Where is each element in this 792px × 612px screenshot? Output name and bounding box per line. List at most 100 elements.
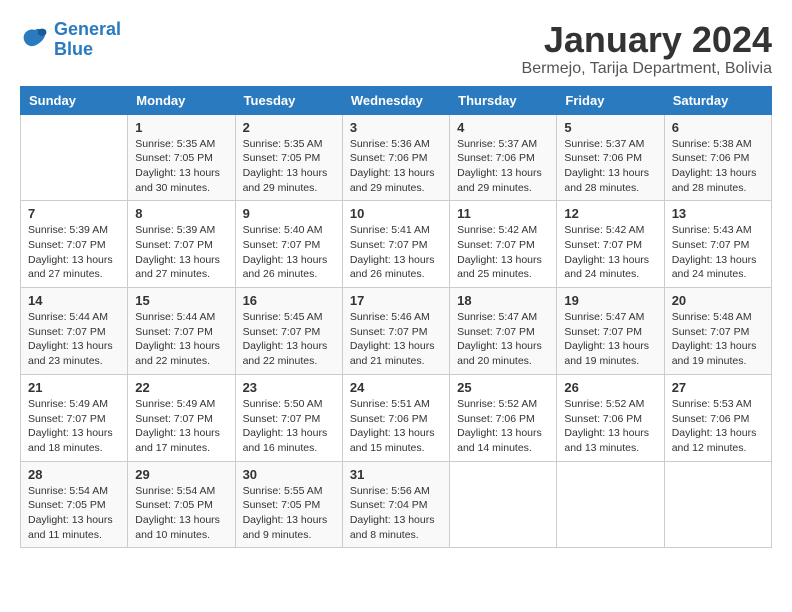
day-info: Sunrise: 5:49 AMSunset: 7:07 PMDaylight:… (28, 397, 120, 456)
calendar-cell: 23 Sunrise: 5:50 AMSunset: 7:07 PMDayligh… (235, 374, 342, 461)
day-number: 18 (457, 293, 549, 308)
day-number: 26 (564, 380, 656, 395)
day-number: 11 (457, 206, 549, 221)
logo-bird-icon (20, 26, 50, 54)
day-info: Sunrise: 5:54 AMSunset: 7:05 PMDaylight:… (135, 484, 227, 543)
calendar-cell: 21 Sunrise: 5:49 AMSunset: 7:07 PMDayligh… (21, 374, 128, 461)
calendar-cell: 2Sunrise: 5:35 AMSunset: 7:05 PMDaylight… (235, 114, 342, 201)
day-number: 16 (243, 293, 335, 308)
day-info: Sunrise: 5:51 AMSunset: 7:06 PMDaylight:… (350, 397, 442, 456)
day-number: 13 (672, 206, 764, 221)
day-number: 29 (135, 467, 227, 482)
weekday-thursday: Thursday (450, 86, 557, 114)
calendar-cell (450, 461, 557, 548)
day-info: Sunrise: 5:42 AMSunset: 7:07 PMDaylight:… (564, 223, 656, 282)
week-row-3: 14Sunrise: 5:44 AMSunset: 7:07 PMDayligh… (21, 288, 772, 375)
day-info: Sunrise: 5:48 AMSunset: 7:07 PMDaylight:… (672, 310, 764, 369)
calendar-header: SundayMondayTuesdayWednesdayThursdayFrid… (21, 86, 772, 114)
day-number: 3 (350, 120, 442, 135)
weekday-friday: Friday (557, 86, 664, 114)
day-number: 9 (243, 206, 335, 221)
day-number: 17 (350, 293, 442, 308)
logo-text: GeneralBlue (54, 20, 121, 60)
day-info: Sunrise: 5:44 AMSunset: 7:07 PMDaylight:… (135, 310, 227, 369)
day-info: Sunrise: 5:46 AMSunset: 7:07 PMDaylight:… (350, 310, 442, 369)
calendar-body: 1 Sunrise: 5:35 AMSunset: 7:05 PMDaylight… (21, 114, 772, 548)
day-number: 10 (350, 206, 442, 221)
calendar-cell: 27 Sunrise: 5:53 AMSunset: 7:06 PMDayligh… (664, 374, 771, 461)
day-info: Sunrise: 5:40 AMSunset: 7:07 PMDaylight:… (243, 223, 335, 282)
day-info: Sunrise: 5:47 AMSunset: 7:07 PMDaylight:… (457, 310, 549, 369)
calendar-cell: 11 Sunrise: 5:42 AMSunset: 7:07 PMDayligh… (450, 201, 557, 288)
day-number: 4 (457, 120, 549, 135)
calendar-cell: 6 Sunrise: 5:38 AMSunset: 7:06 PMDaylight… (664, 114, 771, 201)
week-row-4: 21 Sunrise: 5:49 AMSunset: 7:07 PMDayligh… (21, 374, 772, 461)
day-number: 5 (564, 120, 656, 135)
day-info: Sunrise: 5:37 AMSunset: 7:06 PMDaylight:… (564, 137, 656, 196)
calendar-cell: 25 Sunrise: 5:52 AMSunset: 7:06 PMDayligh… (450, 374, 557, 461)
calendar-cell: 24Sunrise: 5:51 AMSunset: 7:06 PMDayligh… (342, 374, 449, 461)
weekday-header-row: SundayMondayTuesdayWednesdayThursdayFrid… (21, 86, 772, 114)
day-number: 20 (672, 293, 764, 308)
day-number: 1 (135, 120, 227, 135)
calendar-cell: 1 Sunrise: 5:35 AMSunset: 7:05 PMDaylight… (128, 114, 235, 201)
day-number: 22 (135, 380, 227, 395)
day-info: Sunrise: 5:43 AMSunset: 7:07 PMDaylight:… (672, 223, 764, 282)
calendar-cell: 3 Sunrise: 5:36 AMSunset: 7:06 PMDaylight… (342, 114, 449, 201)
title-block: January 2024 Bermejo, Tarija Department,… (522, 20, 772, 78)
calendar-cell: 16Sunrise: 5:45 AMSunset: 7:07 PMDayligh… (235, 288, 342, 375)
day-info: Sunrise: 5:52 AMSunset: 7:06 PMDaylight:… (457, 397, 549, 456)
calendar-cell: 9 Sunrise: 5:40 AMSunset: 7:07 PMDaylight… (235, 201, 342, 288)
calendar-cell: 26 Sunrise: 5:52 AMSunset: 7:06 PMDayligh… (557, 374, 664, 461)
day-number: 19 (564, 293, 656, 308)
week-row-2: 7 Sunrise: 5:39 AMSunset: 7:07 PMDaylight… (21, 201, 772, 288)
calendar-cell: 8Sunrise: 5:39 AMSunset: 7:07 PMDaylight… (128, 201, 235, 288)
day-info: Sunrise: 5:53 AMSunset: 7:06 PMDaylight:… (672, 397, 764, 456)
day-info: Sunrise: 5:56 AMSunset: 7:04 PMDaylight:… (350, 484, 442, 543)
calendar-cell: 18 Sunrise: 5:47 AMSunset: 7:07 PMDayligh… (450, 288, 557, 375)
day-info: Sunrise: 5:37 AMSunset: 7:06 PMDaylight:… (457, 137, 549, 196)
calendar-cell: 17 Sunrise: 5:46 AMSunset: 7:07 PMDayligh… (342, 288, 449, 375)
day-number: 7 (28, 206, 120, 221)
day-number: 25 (457, 380, 549, 395)
day-info: Sunrise: 5:55 AMSunset: 7:05 PMDaylight:… (243, 484, 335, 543)
calendar-cell (557, 461, 664, 548)
day-number: 27 (672, 380, 764, 395)
calendar-subtitle: Bermejo, Tarija Department, Bolivia (522, 60, 772, 78)
day-info: Sunrise: 5:54 AMSunset: 7:05 PMDaylight:… (28, 484, 120, 543)
logo: GeneralBlue (20, 20, 121, 60)
day-info: Sunrise: 5:50 AMSunset: 7:07 PMDaylight:… (243, 397, 335, 456)
day-number: 21 (28, 380, 120, 395)
day-info: Sunrise: 5:35 AMSunset: 7:05 PMDaylight:… (135, 137, 227, 196)
calendar-cell: 20 Sunrise: 5:48 AMSunset: 7:07 PMDayligh… (664, 288, 771, 375)
day-info: Sunrise: 5:36 AMSunset: 7:06 PMDaylight:… (350, 137, 442, 196)
calendar-table: SundayMondayTuesdayWednesdayThursdayFrid… (20, 86, 772, 549)
day-info: Sunrise: 5:39 AMSunset: 7:07 PMDaylight:… (135, 223, 227, 282)
calendar-cell: 15 Sunrise: 5:44 AMSunset: 7:07 PMDayligh… (128, 288, 235, 375)
day-info: Sunrise: 5:41 AMSunset: 7:07 PMDaylight:… (350, 223, 442, 282)
day-number: 15 (135, 293, 227, 308)
day-info: Sunrise: 5:39 AMSunset: 7:07 PMDaylight:… (28, 223, 120, 282)
day-info: Sunrise: 5:42 AMSunset: 7:07 PMDaylight:… (457, 223, 549, 282)
calendar-cell: 22Sunrise: 5:49 AMSunset: 7:07 PMDayligh… (128, 374, 235, 461)
calendar-cell: 30 Sunrise: 5:55 AMSunset: 7:05 PMDayligh… (235, 461, 342, 548)
day-number: 6 (672, 120, 764, 135)
day-info: Sunrise: 5:52 AMSunset: 7:06 PMDaylight:… (564, 397, 656, 456)
calendar-cell: 7 Sunrise: 5:39 AMSunset: 7:07 PMDaylight… (21, 201, 128, 288)
calendar-cell: 13 Sunrise: 5:43 AMSunset: 7:07 PMDayligh… (664, 201, 771, 288)
day-number: 23 (243, 380, 335, 395)
calendar-cell: 14Sunrise: 5:44 AMSunset: 7:07 PMDayligh… (21, 288, 128, 375)
calendar-cell: 5 Sunrise: 5:37 AMSunset: 7:06 PMDaylight… (557, 114, 664, 201)
calendar-title: January 2024 (522, 20, 772, 60)
calendar-cell: 12Sunrise: 5:42 AMSunset: 7:07 PMDayligh… (557, 201, 664, 288)
day-info: Sunrise: 5:38 AMSunset: 7:06 PMDaylight:… (672, 137, 764, 196)
calendar-cell: 28Sunrise: 5:54 AMSunset: 7:05 PMDayligh… (21, 461, 128, 548)
weekday-monday: Monday (128, 86, 235, 114)
page-header: GeneralBlue January 2024 Bermejo, Tarija… (20, 20, 772, 78)
day-info: Sunrise: 5:35 AMSunset: 7:05 PMDaylight:… (243, 137, 335, 196)
calendar-cell (664, 461, 771, 548)
weekday-saturday: Saturday (664, 86, 771, 114)
calendar-cell (21, 114, 128, 201)
calendar-cell: 19Sunrise: 5:47 AMSunset: 7:07 PMDayligh… (557, 288, 664, 375)
day-number: 30 (243, 467, 335, 482)
